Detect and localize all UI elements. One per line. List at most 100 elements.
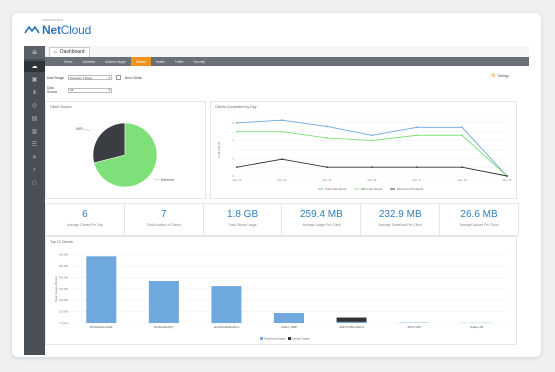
line-x-tick: Dec 18 [458, 178, 467, 182]
line-point [281, 119, 283, 122]
bar-y-tick: 300 MB [59, 287, 68, 291]
client-source-panel: Client Source WiFi Ethernet [45, 101, 206, 199]
line-point [236, 130, 238, 133]
bar-x-tick: WindowsServer01 [90, 325, 113, 329]
stat-total-usage: 1.8 GB Total Clients Usage [204, 204, 283, 235]
stat-value: 6 [82, 209, 88, 220]
settings-button[interactable]: ⚙ Settings [491, 73, 509, 79]
stat-avg-usage: 259.4 MB Average Usage Per Client [282, 204, 362, 235]
bar-x-tick: Galaxy-S9 [470, 325, 484, 329]
nav-activities[interactable]: Activities [78, 57, 101, 66]
bar-y-tick: 400 MB [59, 275, 68, 279]
stat-avg-upload: 26.6 MB Average Upload Per Client [440, 204, 518, 235]
tab-dashboard-label: Dashboard [60, 49, 85, 55]
stat-label: Average Clients Per Day [66, 223, 103, 227]
tools-icon[interactable]: ✕ [24, 152, 45, 163]
bar-y-tick: 0 bytes [60, 321, 69, 325]
bar-legend-swatch [288, 337, 291, 340]
data-source-select[interactable]: All ▾ [68, 87, 112, 93]
line-point [416, 126, 418, 129]
bar-upload [336, 317, 367, 322]
search-icon[interactable]: ⌕ [24, 165, 45, 176]
nav-clients[interactable]: Clients [130, 57, 151, 66]
line-point [416, 134, 418, 137]
clients-by-day-line-chart: Total Clients 0246 Dec 13 Dec 14 Dec 15 Dec… [217, 113, 512, 191]
stats-row: 6 Average Clients Per Day 7 Total Number o… [45, 203, 519, 236]
line-point [326, 166, 328, 169]
stat-value: 26.6 MB [460, 209, 498, 220]
document-icon[interactable]: ▤ [24, 113, 45, 124]
bar-y-axis-label: Data Usage (Bytes) [54, 276, 58, 302]
stat-total-clients: 7 Total Number of Clients [125, 204, 204, 235]
stat-avg-download: 232.9 MB Average Download Per Client [361, 204, 441, 235]
netcloud-logo-icon [24, 25, 40, 34]
stat-label: Average Upload Per Client [459, 223, 499, 227]
stat-avg-clients-per-day: 6 Average Clients Per Day [46, 204, 125, 235]
tab-dashboard[interactable]: ⌂ Dashboard [49, 46, 90, 57]
report-icon[interactable]: ▥ [24, 126, 45, 137]
line-point [281, 158, 283, 161]
netcloud-logo: CRADLEPOINT NetCloud [24, 18, 91, 38]
date-range-row: Date Range Previous 7 Days ▾ New Clients [47, 75, 142, 80]
line-legend-label: Total LAN Clients [325, 187, 347, 191]
bar-x-tick: AMC72:58A:1A0C9 [339, 325, 364, 329]
date-range-value: Previous 7 Days [70, 75, 92, 80]
new-clients-checkbox[interactable] [116, 75, 121, 80]
sidebar: ≡ ☁ ▣ ⋔ ◎ ▤ ▥ ☰ ✕ ⌕ ⚇ [24, 46, 45, 355]
user-icon[interactable]: ⚇ [24, 178, 45, 189]
bar-legend-swatch [260, 337, 263, 340]
line-point [371, 139, 373, 142]
nav-health[interactable]: Health [151, 57, 170, 66]
bar-y-tick: 100 MB [59, 310, 68, 314]
line-y-tick: 6 [232, 121, 234, 125]
bar-download [86, 256, 117, 323]
cloud-icon[interactable]: ☁ [24, 61, 45, 72]
line-x-tick: Dec 16 [368, 178, 377, 182]
bar-legend-label: Download Usage [264, 337, 286, 341]
clients-by-day-panel: Clients Connected by Day Total Clients 0… [210, 101, 517, 199]
brand-name: NetCloud [42, 23, 91, 37]
line-point [506, 175, 508, 177]
bar-download [211, 286, 242, 323]
stat-value: 232.9 MB [378, 209, 422, 220]
line-point [236, 121, 238, 124]
bar-y-tick: 600 MB [59, 253, 68, 257]
sidebar-toggle[interactable]: ≡ [24, 46, 45, 59]
nav-modem-usage[interactable]: Modem Usage [100, 57, 131, 66]
line-point [326, 137, 328, 139]
line-legend-label: Ethernet LAN Clients [397, 187, 424, 191]
stat-label: Average Usage Per Client [302, 223, 341, 227]
bar-download [336, 321, 367, 323]
stat-label: Total Clients Usage [228, 223, 257, 227]
line-x-tick: Dec 14 [278, 178, 287, 182]
date-range-select[interactable]: Previous 7 Days ▾ [68, 75, 112, 80]
nav-traffic[interactable]: Traffic [170, 57, 189, 66]
brand-name-bold: Net [42, 23, 61, 37]
line-point [461, 134, 463, 137]
dashboard-nav: Home Activities Modem Usage Clients Heal… [45, 57, 529, 66]
data-source-label: Data Source [47, 86, 58, 94]
line-point [416, 166, 418, 169]
stat-value: 7 [160, 209, 167, 220]
date-range-label: Date Range [47, 75, 65, 80]
bar-download [148, 280, 179, 323]
globe-icon[interactable]: ◎ [24, 100, 45, 111]
devices-icon[interactable]: ▣ [24, 74, 45, 85]
stat-label: Average Download Per Client [378, 223, 422, 227]
nav-home[interactable]: Home [59, 57, 78, 66]
line-point [461, 126, 463, 129]
gear-icon: ⚙ [490, 73, 496, 79]
nav-security[interactable]: Security [188, 57, 210, 66]
line-x-tick: Dec 17 [413, 178, 422, 182]
bar-download [274, 312, 304, 323]
list-icon[interactable]: ☰ [24, 139, 45, 150]
line-y-tick: 4 [232, 139, 234, 143]
line-x-tick: Dec 13 [233, 178, 242, 182]
network-icon[interactable]: ⋔ [24, 87, 45, 98]
bar-x-tick: Jeffrey- MBP [281, 325, 297, 329]
bar-y-tick: 500 MB [59, 264, 68, 268]
stat-value: 259.4 MB [299, 209, 343, 220]
line-y-tick: 2 [232, 156, 234, 160]
new-clients-label: New Clients [125, 75, 143, 80]
line-point [371, 166, 373, 169]
